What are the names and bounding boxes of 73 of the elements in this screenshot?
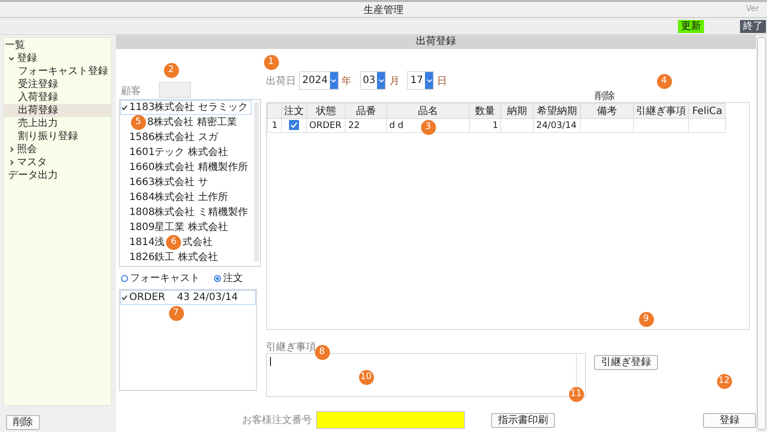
unit-label: 月 <box>389 74 400 88</box>
customer-order-label: お客様注文番号 <box>242 414 312 427</box>
callout-marker: 5 <box>130 115 146 130</box>
table-cell: 22 <box>348 120 360 130</box>
list-item[interactable]: 1586株式会社 スガ <box>129 130 218 145</box>
dropdown[interactable]: 03 <box>360 71 386 90</box>
table-cell: 24/03/14 <box>536 120 577 130</box>
customer-order-field[interactable] <box>316 411 466 429</box>
tree-item[interactable]: データ出力 <box>8 169 58 182</box>
print-button[interactable]: 指示書印刷 <box>491 412 556 428</box>
tree-item[interactable]: 出荷登録 <box>4 104 112 117</box>
list-item[interactable]: 1826鉄工 株式会社 <box>129 250 218 265</box>
customer-field[interactable] <box>159 82 192 98</box>
table-cell: ORDER <box>309 120 342 130</box>
column-header: 引継ぎ事項 <box>636 106 686 117</box>
table-cell: 1 <box>272 120 278 130</box>
chevron-icon <box>8 55 15 62</box>
tree-item[interactable]: 登録 <box>8 52 37 65</box>
tree-item[interactable]: 売上出力 <box>18 117 58 130</box>
unit-label: 年 <box>342 74 352 88</box>
column-header: 品番 <box>356 106 376 117</box>
ship-date-label: 出荷日 <box>266 74 296 88</box>
scrollbar[interactable] <box>254 102 260 262</box>
column-header: 品名 <box>418 106 438 117</box>
check-icon <box>121 104 128 111</box>
tree-item[interactable]: 受注登録 <box>18 78 58 91</box>
column-header: 備考 <box>597 106 618 117</box>
version-label: Ver <box>746 4 759 13</box>
handover-label: 引継ぎ事項 <box>266 340 316 353</box>
dropdown[interactable]: 17 <box>407 71 434 90</box>
list-item[interactable]: 1808株式会社 ミ精機製作 <box>129 205 248 220</box>
tree-item[interactable]: 割り振り登録 <box>18 130 78 143</box>
check-icon <box>290 121 298 130</box>
unit-label: 日 <box>437 74 448 88</box>
callout-marker: 6 <box>166 235 182 250</box>
exit-button[interactable]: 終了 <box>740 20 766 32</box>
delete-button[interactable]: 削除 <box>6 415 40 430</box>
list-item[interactable]: 1660株式会社 精機製作所 <box>129 160 248 175</box>
tree-heading: 一覧 <box>4 39 25 52</box>
list-item[interactable]: 1814浅 <box>129 235 165 250</box>
list-item[interactable]: 式会社 <box>182 235 213 250</box>
delete-label: 削除 <box>595 90 616 102</box>
column-header: 状態 <box>316 106 336 117</box>
panel-title: 出荷登録 <box>116 35 756 49</box>
list-item[interactable]: 1601テック 株式会社 <box>129 145 228 160</box>
dropdown[interactable]: 2024 <box>299 71 339 90</box>
radio-option[interactable]: 注文 <box>214 271 244 285</box>
radio-option[interactable]: フォーキャスト <box>121 271 200 285</box>
window-title: 生産管理 <box>364 4 404 16</box>
column-header: 注文 <box>284 106 304 117</box>
list-item[interactable]: ORDER 43 24/03/14 <box>120 290 256 305</box>
list-item[interactable]: 1663株式会社 サ <box>129 175 208 190</box>
table-cell: d d <box>389 120 404 130</box>
list-item[interactable]: 8株式会社 精密工業 <box>147 115 237 130</box>
refresh-button[interactable]: 更新 <box>678 20 704 32</box>
handover-register-button[interactable]: 引継ぎ登録 <box>594 355 658 370</box>
column-header: FeliCa <box>692 106 722 116</box>
register-button[interactable]: 登録 <box>703 412 756 428</box>
check-icon <box>121 294 128 301</box>
table-cell: 1 <box>492 120 498 130</box>
checkbox[interactable] <box>289 120 300 130</box>
tree-item[interactable]: フォーキャスト登録 <box>18 65 108 78</box>
column-header: 数量 <box>475 106 496 117</box>
list-item[interactable]: 1684株式会社 土作所 <box>129 190 228 205</box>
column-header: 納期 <box>507 106 528 117</box>
column-header: 希望納期 <box>537 106 578 117</box>
tree-item[interactable]: 照会 <box>8 143 37 156</box>
tree-item[interactable]: 入荷登録 <box>18 91 58 104</box>
list-item[interactable]: 1809星工業 株式会社 <box>129 220 228 235</box>
scrollbar[interactable] <box>757 37 766 430</box>
list-item[interactable]: 1183株式会社 セラミック <box>120 100 252 115</box>
tree-item[interactable]: マスタ <box>8 156 47 169</box>
customer-label: 顧客 <box>121 84 142 98</box>
